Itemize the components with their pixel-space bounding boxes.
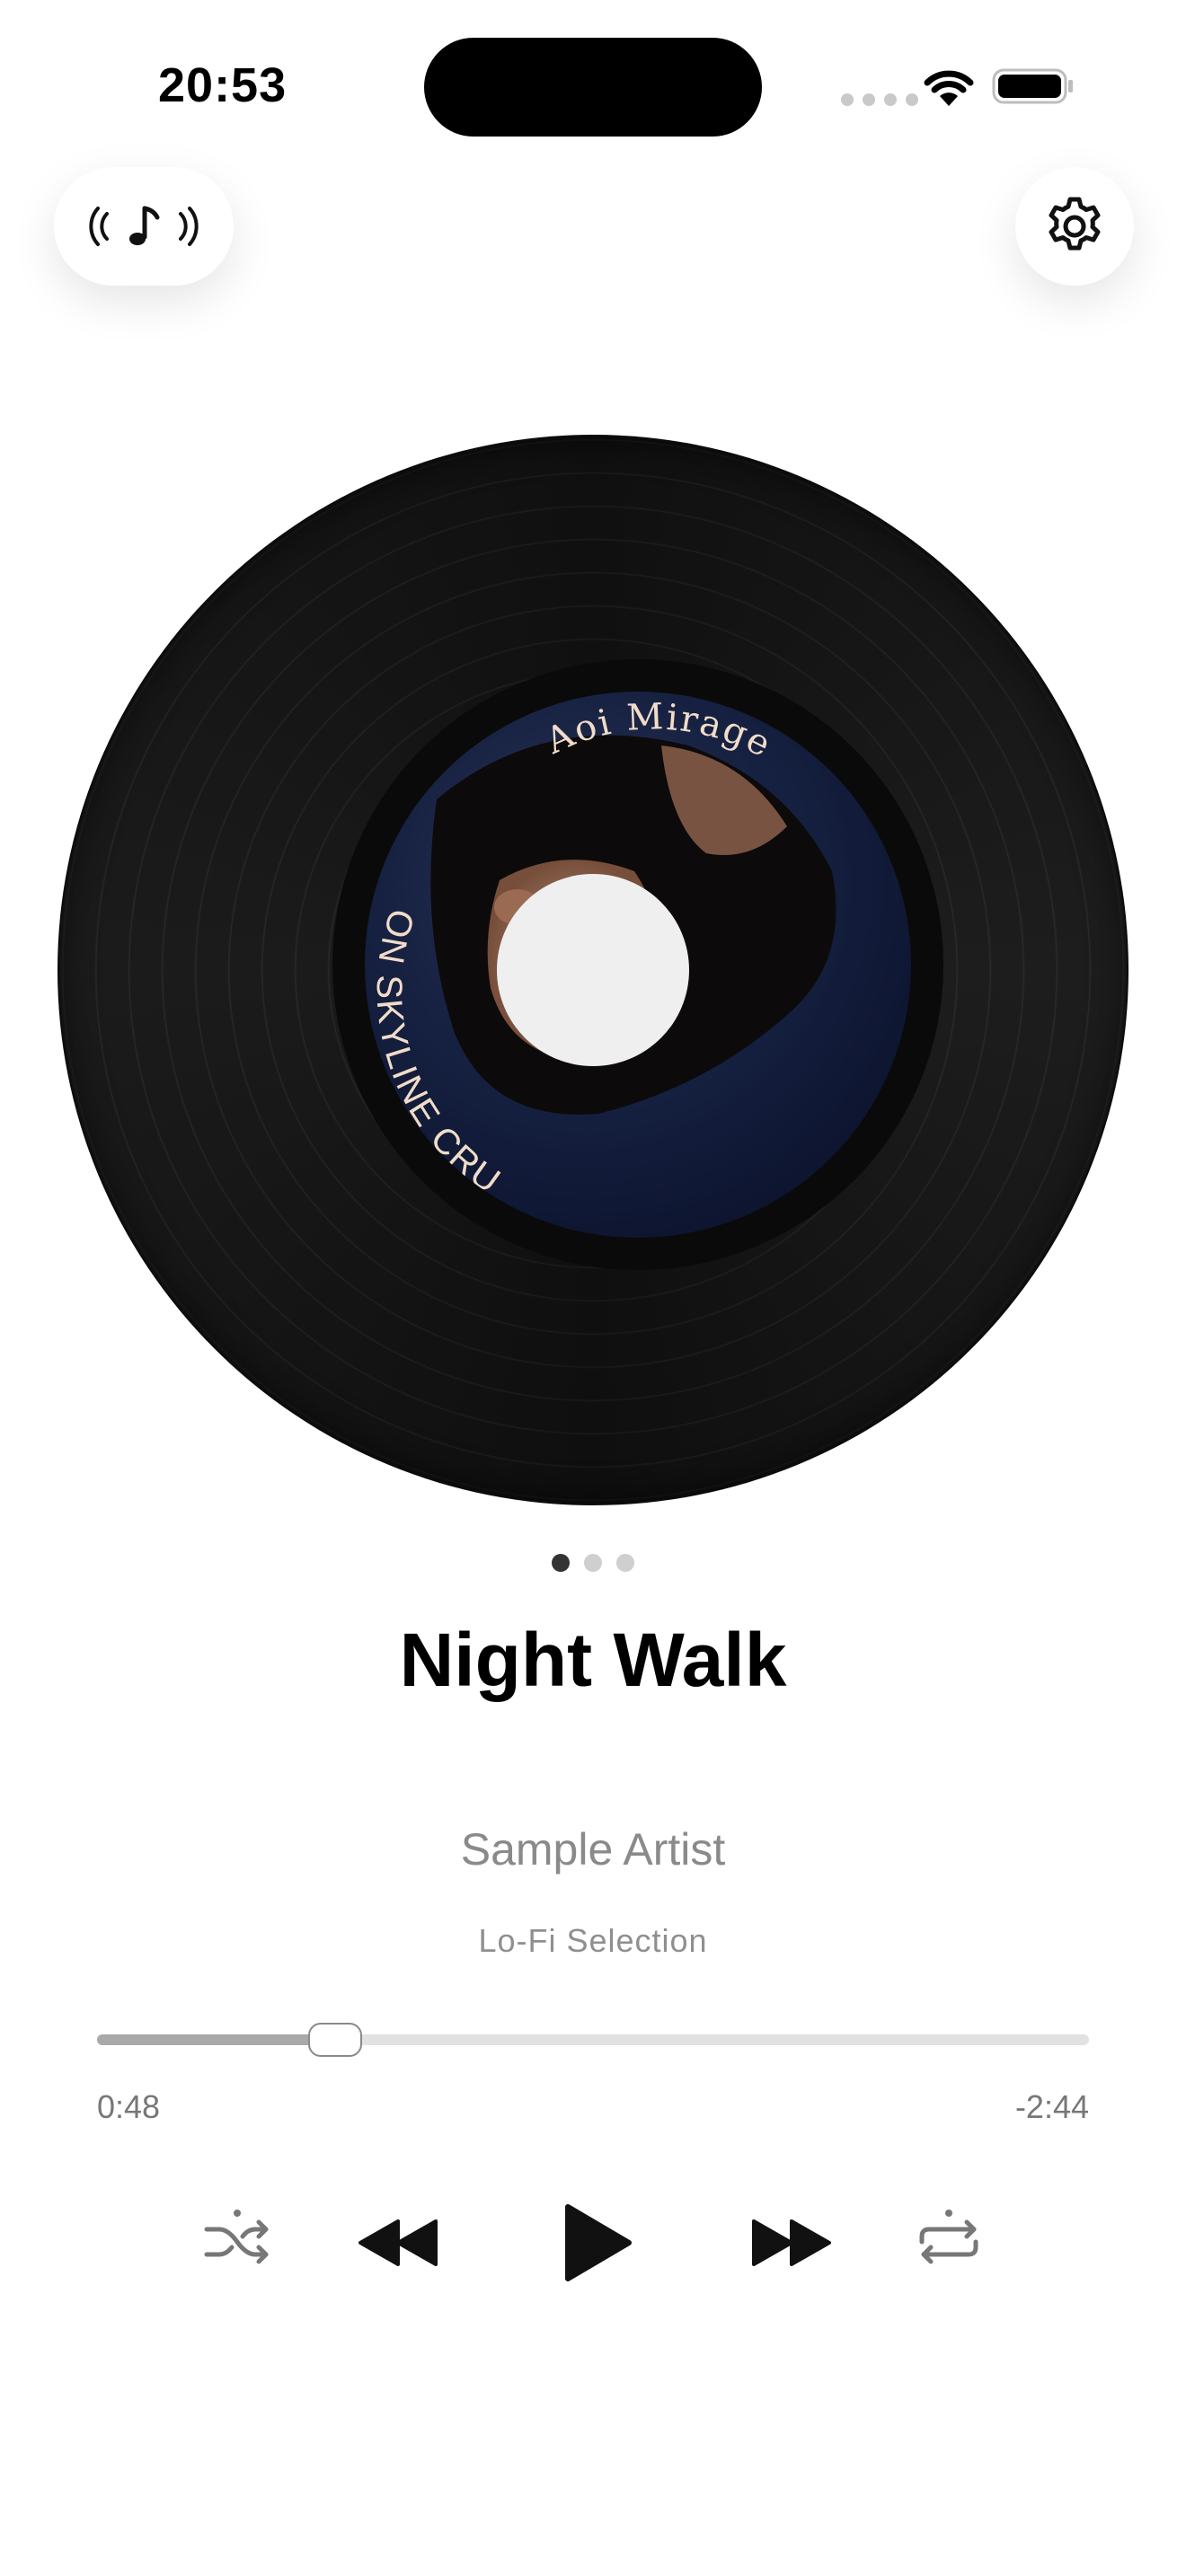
remaining-time: -2:44 — [1014, 2088, 1089, 2125]
previous-track-button[interactable] — [349, 2202, 447, 2283]
rewind-icon — [358, 2219, 438, 2266]
cellular-signal-icon — [841, 93, 918, 106]
track-artist[interactable]: Sample Artist — [0, 1823, 1186, 1875]
page-dot[interactable] — [552, 1554, 570, 1572]
progress-track[interactable] — [97, 2034, 1089, 2045]
progress-thumb[interactable] — [307, 2023, 362, 2057]
status-time: 20:53 — [158, 58, 288, 112]
next-track-button[interactable] — [742, 2202, 841, 2283]
page-dot[interactable] — [584, 1554, 602, 1572]
battery-full-icon — [992, 68, 1073, 104]
progress-fill — [97, 2034, 335, 2045]
page-dot[interactable] — [616, 1554, 634, 1572]
shuffle-icon — [204, 2210, 269, 2264]
fast-forward-icon — [752, 2219, 831, 2266]
radio-button[interactable] — [54, 167, 234, 286]
wifi-icon — [924, 70, 974, 106]
radio-broadcast-music-icon — [89, 206, 199, 246]
track-album[interactable]: Lo-Fi Selection — [0, 1922, 1186, 1960]
spindle-hole — [497, 874, 689, 1066]
repeat-button[interactable] — [904, 2197, 994, 2287]
dynamic-island — [424, 38, 762, 137]
repeat-icon — [919, 2210, 978, 2264]
page-indicator[interactable] — [552, 1554, 634, 1572]
shuffle-button[interactable] — [192, 2197, 282, 2287]
play-button[interactable] — [548, 2192, 647, 2294]
track-title: Night Walk — [399, 1618, 787, 1702]
elapsed-time: 0:48 — [97, 2088, 161, 2125]
gear-icon — [1049, 197, 1101, 251]
vinyl-record[interactable]: Aoi Mirage ON SKYLINE CRU — [59, 437, 1127, 1504]
settings-button[interactable] — [1015, 167, 1134, 286]
play-icon — [565, 2204, 632, 2281]
